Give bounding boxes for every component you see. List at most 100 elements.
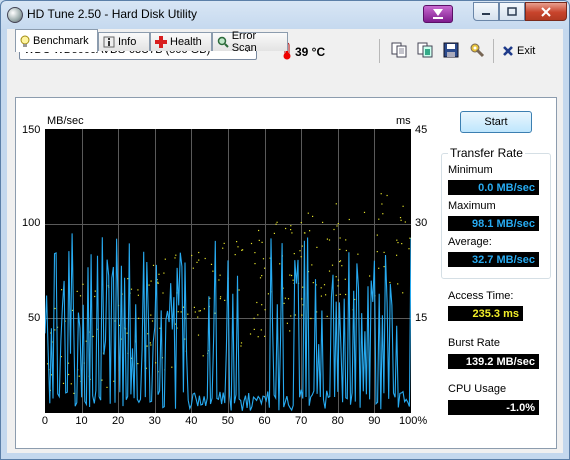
- access-time-point: [126, 332, 128, 334]
- access-time-point: [199, 310, 201, 312]
- access-time-point: [363, 211, 366, 213]
- access-time-point: [253, 317, 255, 319]
- access-time-point: [289, 330, 291, 332]
- access-time-point: [261, 275, 263, 277]
- access-time-point: [402, 292, 404, 294]
- cpu-usage-label: CPU Usage: [448, 383, 507, 395]
- tab-health[interactable]: Health: [150, 32, 212, 51]
- access-time-point: [264, 309, 266, 311]
- y-tick-label-right: 15: [415, 312, 428, 324]
- minimum-label: Minimum: [448, 164, 493, 176]
- access-time-point: [254, 263, 256, 265]
- access-time-point: [344, 278, 346, 280]
- access-time-point: [299, 250, 301, 252]
- access-time-point: [78, 375, 80, 377]
- app-disk-icon: [7, 7, 23, 23]
- access-time-point: [137, 289, 139, 291]
- y-tick-label-right: 45: [415, 124, 428, 136]
- magnifier-icon: [217, 36, 229, 48]
- download-icon[interactable]: [423, 5, 453, 23]
- minimize-button[interactable]: [473, 2, 499, 21]
- access-time-point: [304, 232, 306, 234]
- access-time-point: [130, 288, 133, 290]
- y-tick-label-left: 50: [28, 312, 41, 324]
- tab-label: Benchmark: [33, 35, 89, 47]
- exit-button[interactable]: Exit: [502, 42, 535, 60]
- access-time-point: [301, 314, 303, 316]
- access-time-point: [312, 282, 314, 284]
- access-time-point: [197, 316, 199, 318]
- access-time-point: [54, 307, 56, 310]
- title-bar[interactable]: HD Tune 2.50 - Hard Disk Utility: [1, 1, 569, 29]
- access-time-point: [404, 221, 406, 223]
- access-time-point: [345, 293, 347, 296]
- save-icon[interactable]: [441, 40, 461, 60]
- close-button[interactable]: [525, 2, 567, 21]
- y-tick-label-left: 150: [22, 124, 41, 136]
- access-time-point: [331, 264, 334, 266]
- access-time-point: [197, 334, 200, 336]
- average-label: Average:: [448, 236, 492, 248]
- tab-info[interactable]: Info: [98, 32, 150, 51]
- access-time-point: [180, 311, 182, 313]
- access-time-point: [192, 267, 194, 269]
- access-time-point: [219, 298, 221, 300]
- temperature-readout: 39 °C: [295, 45, 326, 59]
- exit-label: Exit: [517, 45, 536, 57]
- access-time-point: [92, 335, 94, 338]
- access-time-point: [175, 254, 177, 256]
- access-time-point: [157, 281, 159, 283]
- access-time-point: [310, 317, 312, 320]
- access-time-point: [287, 298, 290, 300]
- client-area: WDC WD5000AVDS-63U7B (500 GB) 39 °C Exit: [7, 29, 563, 453]
- burst-rate-label: Burst Rate: [448, 337, 500, 349]
- access-time-point: [259, 277, 262, 279]
- access-time-point: [276, 221, 278, 223]
- access-time-point: [257, 314, 259, 316]
- start-button[interactable]: Start: [460, 111, 532, 133]
- access-time-point: [191, 254, 193, 257]
- access-time-point: [249, 333, 252, 335]
- access-time-point: [408, 248, 410, 250]
- x-tick-label: 60: [258, 415, 271, 427]
- access-time-point: [320, 295, 322, 297]
- access-time-point: [369, 275, 371, 277]
- access-time-point: [312, 215, 314, 217]
- access-time-point: [301, 245, 303, 247]
- access-time-point: [290, 225, 292, 227]
- access-time-point: [409, 237, 411, 239]
- access-time-point: [357, 253, 359, 255]
- x-tick-label: 30: [148, 415, 161, 427]
- access-time-point: [380, 193, 382, 195]
- access-time-point: [335, 294, 337, 296]
- app-window: HD Tune 2.50 - Hard Disk Utility WDC WD5…: [0, 0, 570, 460]
- copy-icon[interactable]: [389, 40, 409, 60]
- minimum-value: 0.0 MB/sec: [448, 180, 539, 195]
- access-time-point: [146, 345, 148, 347]
- access-time-point: [400, 219, 402, 221]
- access-time-point: [106, 386, 108, 388]
- access-time-point: [164, 258, 166, 260]
- access-time-point: [378, 267, 380, 269]
- access-time-point: [290, 229, 292, 231]
- access-time-point: [237, 246, 239, 248]
- access-time-point: [383, 251, 385, 253]
- access-time-point: [345, 249, 347, 252]
- access-time-point: [333, 228, 335, 231]
- access-time-point: [73, 392, 75, 394]
- access-time-point: [397, 242, 399, 244]
- access-time-point: [284, 297, 286, 299]
- access-time-point: [399, 217, 402, 219]
- maximum-value: 98.1 MB/sec: [448, 216, 539, 231]
- x-tick-label: 40: [185, 415, 198, 427]
- copy-all-icon[interactable]: [415, 40, 435, 60]
- access-time-point: [283, 302, 285, 304]
- options-wrench-icon[interactable]: [467, 40, 487, 60]
- maximize-button[interactable]: [499, 2, 525, 21]
- access-time-point: [396, 239, 398, 241]
- tab-benchmark[interactable]: Benchmark: [15, 29, 98, 52]
- benchmark-chart: [45, 129, 411, 413]
- tab-error-scan[interactable]: Error Scan: [212, 30, 288, 54]
- access-time-point: [396, 254, 398, 256]
- y-tick-label-left: 100: [22, 217, 41, 229]
